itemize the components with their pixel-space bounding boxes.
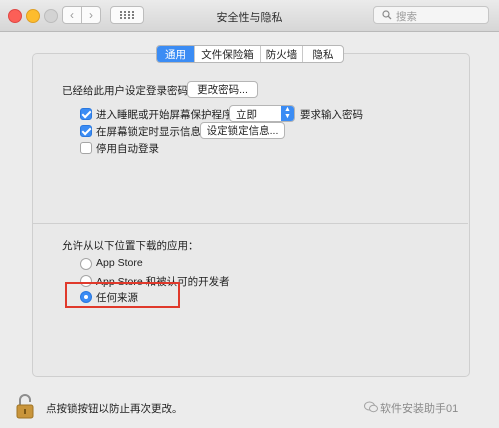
tab-filevault[interactable]: 文件保险箱 [195, 46, 261, 62]
change-password-button[interactable]: 更改密码... [187, 81, 258, 98]
tab-firewall[interactable]: 防火墙 [261, 46, 303, 62]
disable-autologin-checkbox[interactable] [80, 142, 92, 154]
require-password-checkbox[interactable] [80, 108, 92, 120]
select-arrows-icon: ▲ ▼ [281, 106, 294, 121]
search-field[interactable]: 搜索 [373, 6, 489, 24]
password-set-label: 已经给此用户设定登录密码 [62, 85, 188, 97]
title-bar: ‹ › 安全性与隐私 搜索 [0, 0, 499, 32]
require-password-delay-select[interactable]: 立即 ▲ ▼ [229, 105, 295, 122]
require-password-label: 进入睡眠或开始屏幕保护程序 [96, 109, 233, 121]
lock-icon [16, 394, 34, 419]
lock-button[interactable] [15, 393, 35, 419]
show-message-label: 在屏幕锁定时显示信息 [96, 126, 201, 138]
search-placeholder: 搜索 [396, 11, 417, 23]
search-icon [382, 10, 392, 20]
require-password-delay-value: 立即 [236, 109, 257, 121]
require-password-suffix: 要求输入密码 [300, 109, 363, 121]
lock-hint-text: 点按锁按钮以防止再次更改。 [46, 403, 183, 415]
tab-general[interactable]: 通用 [157, 46, 195, 62]
watermark-text: 软件安装助手01 [380, 403, 459, 415]
disable-autologin-label: 停用自动登录 [96, 143, 159, 155]
set-lock-message-button[interactable]: 设定锁定信息... [200, 122, 285, 139]
show-message-checkbox[interactable] [80, 125, 92, 137]
tab-privacy[interactable]: 隐私 [303, 46, 343, 62]
tab-bar: 通用 文件保险箱 防火墙 隐私 [156, 45, 344, 63]
downloads-heading: 允许从以下位置下载的应用： [62, 240, 199, 252]
radio-app-store[interactable] [80, 258, 92, 270]
radio-app-store-label: App Store [96, 257, 143, 269]
footer: 点按锁按钮以防止再次更改。 软件安装助手01 [0, 384, 499, 428]
annotation-highlight-box [65, 282, 180, 308]
wechat-icon [364, 401, 378, 413]
